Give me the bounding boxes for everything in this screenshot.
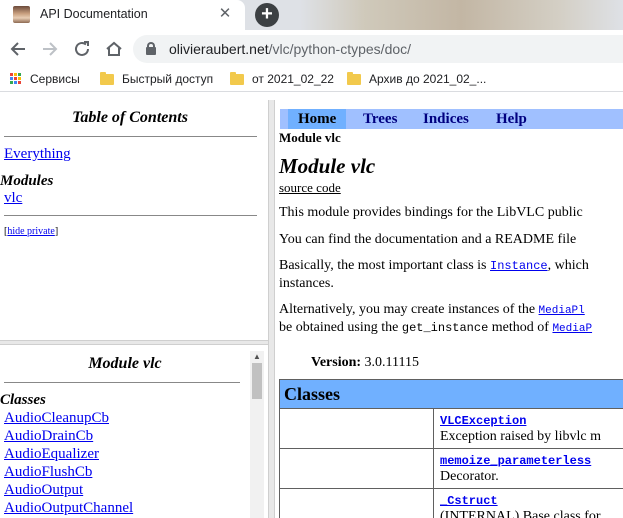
bookmark-label: Быстрый доступ: [122, 72, 214, 86]
instance-link[interactable]: Instance: [490, 259, 548, 273]
folder-icon: [347, 72, 361, 85]
home-icon[interactable]: [103, 38, 125, 60]
table-cell: [280, 449, 434, 488]
version-label: Version:: [311, 355, 362, 370]
paragraph-text: be obtained using the: [279, 320, 402, 335]
url-host: olivieraubert.net: [169, 41, 269, 57]
class-description: Decorator.: [440, 469, 499, 484]
table-row: memoize_parameterless Decorator.: [279, 449, 623, 489]
page-title: Module vlc: [279, 154, 376, 178]
bookmark-label: от 2021_02_22: [252, 72, 334, 86]
address-bar[interactable]: olivieraubert.net/vlc/python-ctypes/doc/: [133, 35, 623, 63]
close-icon[interactable]: ✕: [216, 5, 234, 23]
divider: [4, 136, 257, 137]
table-row: VLCException Exception raised by libvlc …: [279, 409, 623, 449]
inline-code: get_instance: [401, 321, 489, 335]
browser-tab[interactable]: API Documentation ✕: [0, 0, 245, 30]
tab-strip-background: [300, 0, 623, 30]
class-link[interactable]: AudioOutputChannel: [4, 500, 133, 517]
classes-table-header: Classes: [279, 379, 623, 409]
main-frame: Home Trees Indices Help Module vlc Modul…: [275, 100, 623, 518]
table-cell: [280, 409, 434, 448]
mediaplayer-link[interactable]: MediaP: [552, 323, 592, 335]
paragraph: Alternatively, you may create instances …: [279, 302, 585, 318]
paragraph: This module provides bindings for the Li…: [279, 205, 583, 220]
divider: [4, 215, 257, 216]
class-description: (INTERNAL) Base class for: [440, 509, 601, 518]
class-link[interactable]: AudioEqualizer: [4, 446, 99, 463]
nav-home[interactable]: Home: [288, 109, 347, 129]
table-row: _Cstruct (INTERNAL) Base class for: [279, 489, 623, 518]
bookmark-label: Сервисы: [30, 72, 80, 86]
nav-help[interactable]: Help: [486, 109, 537, 129]
nav-trees[interactable]: Trees: [353, 109, 407, 129]
tab-strip: API Documentation ✕ +: [0, 0, 623, 30]
bookmark-archive[interactable]: Архив до 2021_02_...: [347, 72, 486, 86]
scrollbar[interactable]: [250, 363, 264, 518]
hide-private-link[interactable]: hide private: [7, 226, 54, 237]
bookmark-from-2021[interactable]: от 2021_02_22: [230, 72, 334, 86]
version-value: 3.0.11115: [364, 355, 419, 370]
paragraph-text: , which: [547, 258, 589, 273]
modules-heading: Modules: [0, 173, 54, 189]
favicon-icon: [13, 6, 30, 23]
class-link[interactable]: AudioDrainCb: [4, 428, 93, 445]
apps-grid-icon: [10, 73, 22, 85]
back-arrow-icon[interactable]: [7, 38, 29, 60]
paragraph-text: method of: [488, 320, 553, 335]
url-path: /vlc/python-ctypes/doc/: [268, 41, 412, 57]
breadcrumb: Module vlc: [279, 130, 341, 145]
folder-icon: [230, 72, 244, 85]
paragraph: You can find the documentation and a REA…: [279, 232, 577, 247]
toc-heading: Table of Contents: [72, 109, 188, 126]
divider: [4, 382, 240, 383]
tab-title: API Documentation: [40, 7, 148, 21]
everything-link[interactable]: Everything: [4, 146, 71, 163]
scroll-up-arrow-icon[interactable]: ▲: [250, 351, 264, 363]
table-cell: [280, 489, 434, 518]
new-tab-button[interactable]: +: [255, 3, 279, 27]
forward-arrow-icon[interactable]: [39, 38, 61, 60]
frame-splitter-vertical[interactable]: [268, 100, 275, 518]
class-description: Exception raised by libvlc m: [440, 429, 601, 444]
mediaplayer-link[interactable]: MediaPl: [539, 305, 585, 317]
paragraph: Basically, the most important class is I…: [279, 258, 589, 274]
paragraph-text: Basically, the most important class is: [279, 258, 491, 273]
url-text: olivieraubert.net/vlc/python-ctypes/doc/: [169, 41, 411, 57]
source-code-link[interactable]: source code: [279, 180, 341, 196]
paragraph: be obtained using the get_instance metho…: [279, 320, 592, 336]
paragraph: instances.: [279, 276, 334, 291]
class-link[interactable]: AudioOutput: [4, 482, 83, 499]
class-link[interactable]: AudioFlushCb: [4, 464, 92, 481]
class-link[interactable]: VLCException: [440, 414, 526, 428]
module-heading: Module vlc: [88, 355, 162, 372]
bookmark-label: Архив до 2021_02_...: [369, 72, 487, 86]
bookmarks-bar: Сервисы Быстрый доступ от 2021_02_22 Арх…: [0, 68, 623, 92]
doc-navbar: Home Trees Indices Help: [280, 109, 623, 129]
module-frame: Module vlc Classes AudioCleanupCb AudioD…: [0, 345, 268, 518]
folder-icon: [100, 72, 114, 85]
class-link[interactable]: AudioCleanupCb: [4, 410, 109, 427]
bookmark-services[interactable]: Сервисы: [10, 72, 80, 86]
bracket: ]: [54, 226, 59, 237]
scrollbar-thumb[interactable]: [252, 363, 262, 399]
nav-indices[interactable]: Indices: [413, 109, 479, 129]
reload-icon[interactable]: [71, 38, 93, 60]
class-link[interactable]: _Cstruct: [440, 494, 498, 508]
lock-icon[interactable]: [146, 42, 156, 55]
hide-private-control: [hide private]: [4, 226, 58, 237]
paragraph-text: Alternatively, you may create instances …: [279, 302, 539, 317]
toc-frame: Table of Contents Everything Modules vlc…: [0, 100, 268, 340]
browser-toolbar: olivieraubert.net/vlc/python-ctypes/doc/: [0, 30, 623, 68]
class-link[interactable]: memoize_parameterless: [440, 454, 591, 468]
classes-heading: Classes: [0, 392, 46, 408]
version-line: Version: 3.0.11115: [311, 355, 419, 371]
bookmark-quick-access[interactable]: Быстрый доступ: [100, 72, 213, 86]
vlc-module-link[interactable]: vlc: [4, 190, 22, 207]
